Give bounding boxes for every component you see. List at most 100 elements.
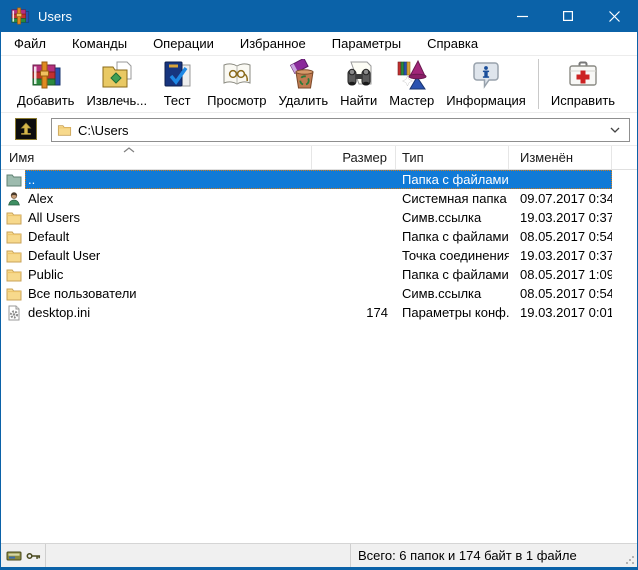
menu-bar: Файл Команды Операции Избранное Параметр…	[1, 32, 637, 56]
menu-item-операции[interactable]: Операции	[140, 33, 227, 54]
window-controls	[499, 0, 637, 32]
toolbar-button-extract[interactable]: Извлечь...	[80, 57, 153, 111]
folder-up-arrow-icon	[18, 121, 34, 137]
file-modified-cell: 19.03.2017 0:01	[509, 303, 612, 322]
column-header-size[interactable]: Размер	[312, 146, 396, 169]
encryption-key-icon	[26, 551, 41, 561]
file-size-cell	[312, 208, 396, 227]
file-name-cell: Alex	[25, 189, 312, 208]
file-type-cell: Симв.ссылка	[396, 208, 509, 227]
chevron-down-icon[interactable]	[610, 127, 620, 133]
user-icon	[1, 189, 25, 208]
view-icon	[221, 59, 253, 91]
menu-item-справка[interactable]: Справка	[414, 33, 491, 54]
toolbar-button-delete[interactable]: Удалить	[273, 57, 335, 111]
toolbar-button-find[interactable]: Найти	[334, 57, 383, 111]
list-header: Имя Размер Тип Изменён	[1, 146, 637, 170]
toolbar-button-info[interactable]: Информация	[440, 57, 532, 111]
address-path: C:\Users	[78, 123, 610, 138]
file-name-cell: desktop.ini	[25, 303, 312, 322]
extract-icon	[101, 59, 133, 91]
address-combobox[interactable]: C:\Users	[51, 118, 630, 142]
resize-grip[interactable]	[625, 555, 635, 565]
file-name-cell: Public	[25, 265, 312, 284]
file-type-cell: Параметры конф...	[396, 303, 509, 322]
file-row[interactable]: .. Папка с файлами	[1, 170, 637, 189]
folder-icon	[1, 227, 25, 246]
disk-activity-icon	[6, 550, 22, 562]
file-name-cell: ..	[25, 170, 312, 189]
toolbar-button-add[interactable]: Добавить	[11, 57, 80, 111]
file-modified-cell: 19.03.2017 0:37	[509, 246, 612, 265]
folder-icon	[1, 246, 25, 265]
file-row[interactable]: Все пользователи Симв.ссылка 08.05.2017 …	[1, 284, 637, 303]
add-icon	[30, 59, 62, 91]
file-row[interactable]: Default User Точка соединения 19.03.2017…	[1, 246, 637, 265]
file-modified-cell	[509, 170, 612, 189]
menu-item-команды[interactable]: Команды	[59, 33, 140, 54]
file-type-cell: Папка с файлами	[396, 265, 509, 284]
toolbar-button-test[interactable]: Тест	[153, 57, 201, 111]
column-header-modified[interactable]: Изменён	[509, 146, 612, 169]
file-type-cell: Папка с файлами	[396, 170, 509, 189]
file-row[interactable]: All Users Симв.ссылка 19.03.2017 0:37	[1, 208, 637, 227]
up-one-level-button[interactable]	[15, 118, 37, 140]
toolbar-separator	[538, 59, 539, 109]
file-type-cell: Точка соединения	[396, 246, 509, 265]
file-name-cell: All Users	[25, 208, 312, 227]
toolbar: Добавить Извлечь... Тест Просмотр Удалит…	[1, 56, 637, 113]
file-type-cell: Папка с файлами	[396, 227, 509, 246]
statusbar-icons-panel	[1, 544, 46, 567]
folder-up-icon	[1, 170, 25, 189]
file-row[interactable]: desktop.ini 174 Параметры конф... 19.03.…	[1, 303, 637, 322]
file-modified-cell: 08.05.2017 1:09	[509, 265, 612, 284]
file-size-cell	[312, 265, 396, 284]
menu-item-избранное[interactable]: Избранное	[227, 33, 319, 54]
folder-icon	[57, 123, 72, 137]
window-title: Users	[38, 9, 72, 24]
file-size-cell	[312, 189, 396, 208]
file-modified-cell: 09.07.2017 0:34	[509, 189, 612, 208]
find-icon	[343, 59, 375, 91]
winrar-window: Users Файл Команды Операции Избранное	[0, 0, 638, 570]
file-size-cell	[312, 170, 396, 189]
delete-icon	[287, 59, 319, 91]
file-list: .. Папка с файлами Alex Системная папка …	[1, 170, 637, 543]
address-bar: C:\Users	[1, 113, 637, 146]
toolbar-button-wizard[interactable]: Мастер	[383, 57, 440, 111]
toolbar-button-view[interactable]: Просмотр	[201, 57, 272, 111]
maximize-icon	[563, 11, 573, 21]
minimize-button[interactable]	[499, 0, 545, 32]
file-size-cell: 174	[312, 303, 396, 322]
file-size-cell	[312, 284, 396, 303]
file-modified-cell: 08.05.2017 0:54	[509, 284, 612, 303]
menu-item-параметры[interactable]: Параметры	[319, 33, 414, 54]
winrar-app-icon	[10, 6, 30, 26]
maximize-button[interactable]	[545, 0, 591, 32]
file-row[interactable]: Default Папка с файлами 08.05.2017 0:54	[1, 227, 637, 246]
file-type-cell: Симв.ссылка	[396, 284, 509, 303]
folder-icon	[1, 265, 25, 284]
wizard-icon	[396, 59, 428, 91]
file-size-cell	[312, 227, 396, 246]
file-modified-cell: 19.03.2017 0:37	[509, 208, 612, 227]
sort-ascending-icon	[123, 147, 135, 153]
file-row[interactable]: Public Папка с файлами 08.05.2017 1:09	[1, 265, 637, 284]
file-size-cell	[312, 246, 396, 265]
column-header-name[interactable]: Имя	[1, 146, 312, 169]
menu-item-файл[interactable]: Файл	[1, 33, 59, 54]
repair-icon	[567, 59, 599, 91]
toolbar-button-repair[interactable]: Исправить	[545, 57, 621, 111]
test-icon	[161, 59, 193, 91]
file-modified-cell: 08.05.2017 0:54	[509, 227, 612, 246]
minimize-icon	[517, 11, 528, 22]
info-icon	[470, 59, 502, 91]
folder-icon	[1, 284, 25, 303]
titlebar: Users	[1, 0, 637, 32]
folder-icon	[1, 208, 25, 227]
file-row[interactable]: Alex Системная папка 09.07.2017 0:34	[1, 189, 637, 208]
status-bar: Всего: 6 папок и 174 байт в 1 файле	[1, 543, 637, 567]
close-button[interactable]	[591, 0, 637, 32]
column-header-type[interactable]: Тип	[396, 146, 509, 169]
statusbar-total: Всего: 6 папок и 174 байт в 1 файле	[351, 544, 637, 567]
